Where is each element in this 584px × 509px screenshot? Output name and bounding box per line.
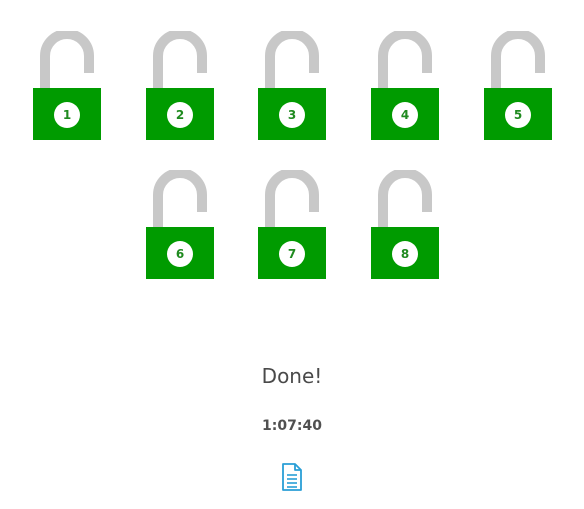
lock-number: 3 <box>287 108 297 122</box>
lock-5[interactable]: 5 <box>484 31 552 140</box>
lock-2[interactable]: 2 <box>146 31 214 140</box>
lock-1[interactable]: 1 <box>33 31 101 140</box>
lock-number: 8 <box>400 247 410 261</box>
elapsed-time: 1:07:40 <box>262 418 322 434</box>
lock-6[interactable]: 6 <box>146 170 214 279</box>
lock-7[interactable]: 7 <box>258 170 326 279</box>
lock-number: 1 <box>62 108 72 122</box>
lock-number: 6 <box>175 247 185 261</box>
report-button[interactable] <box>281 463 303 491</box>
lock-4[interactable]: 4 <box>371 31 439 140</box>
lock-8[interactable]: 8 <box>371 170 439 279</box>
lock-number: 5 <box>513 108 523 122</box>
document-icon <box>282 463 302 491</box>
lock-3[interactable]: 3 <box>258 31 326 140</box>
status-message: Done! <box>261 364 323 388</box>
lock-number: 2 <box>175 108 185 122</box>
lock-number: 7 <box>287 247 297 261</box>
lock-number: 4 <box>400 108 410 122</box>
